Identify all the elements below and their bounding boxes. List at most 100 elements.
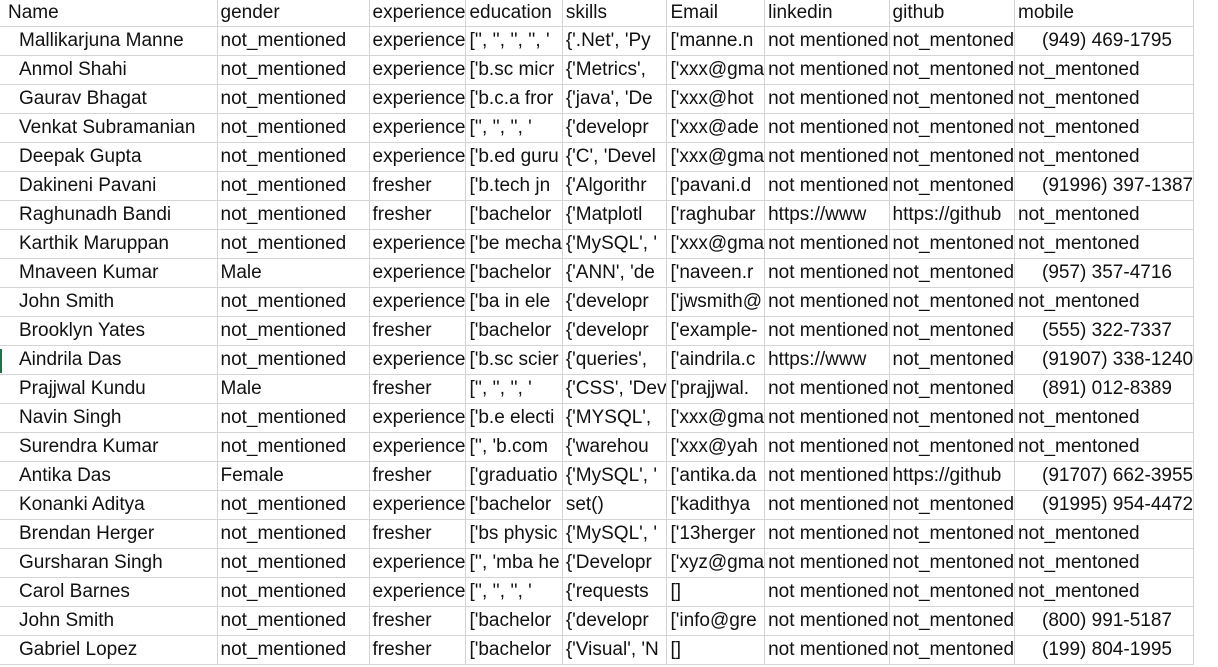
cell-linkedin[interactable]: not mentioned <box>764 316 890 346</box>
cell-skills[interactable]: {'Algorithr <box>562 171 668 201</box>
cell-skills[interactable]: {'Visual', 'N <box>562 635 668 665</box>
cell-github[interactable]: not_mentoned <box>889 577 1016 607</box>
cell-mobile[interactable]: (199) 804-1995 <box>1014 635 1195 665</box>
cell-github[interactable]: not_mentoned <box>889 84 1016 114</box>
cell-experience[interactable]: fresher <box>369 519 467 549</box>
cell-name[interactable]: Karthik Maruppan <box>0 229 218 259</box>
cell-github[interactable]: not_mentoned <box>889 519 1016 549</box>
cell-name[interactable]: John Smith <box>0 606 218 636</box>
cell-mobile[interactable]: (949) 469-1795 <box>1014 26 1195 56</box>
cell-email[interactable]: ['xxx@yah <box>666 432 766 462</box>
cell-name[interactable]: Gaurav Bhagat <box>0 84 218 114</box>
cell-education[interactable]: ['b.sc micr <box>465 55 563 85</box>
cell-email[interactable]: [] <box>666 635 766 665</box>
cell-name[interactable]: Venkat Subramanian <box>0 113 218 143</box>
cell-mobile[interactable]: not_mentoned <box>1014 84 1195 114</box>
cell-skills[interactable]: {'developr <box>562 606 668 636</box>
cell-mobile[interactable]: not_mentoned <box>1014 287 1195 317</box>
cell-skills[interactable]: {'developr <box>562 287 668 317</box>
cell-mobile[interactable]: (91907) 338-1240 <box>1014 345 1195 375</box>
cell-linkedin[interactable]: not mentioned <box>764 229 890 259</box>
cell-linkedin[interactable]: not mentioned <box>764 258 890 288</box>
cell-linkedin[interactable]: not mentioned <box>764 635 890 665</box>
cell-mobile[interactable]: (800) 991-5187 <box>1014 606 1195 636</box>
cell-experience[interactable]: fresher <box>369 316 467 346</box>
cell-experience[interactable]: experience <box>369 26 467 56</box>
cell-skills[interactable]: {'Metrics', <box>562 55 668 85</box>
cell-email[interactable]: ['manne.n <box>666 26 766 56</box>
header-cell-experience[interactable]: experience <box>369 0 467 27</box>
cell-github[interactable]: not_mentoned <box>889 229 1016 259</box>
cell-gender[interactable]: not_mentioned <box>217 490 370 520</box>
cell-gender[interactable]: not_mentioned <box>217 55 370 85</box>
cell-mobile[interactable]: (91995) 954-4472 <box>1014 490 1195 520</box>
cell-experience[interactable]: fresher <box>369 461 467 491</box>
cell-mobile[interactable]: (957) 357-4716 <box>1014 258 1195 288</box>
header-cell-education[interactable]: education <box>465 0 563 27</box>
cell-experience[interactable]: fresher <box>369 374 467 404</box>
cell-education[interactable]: ['be mecha <box>465 229 563 259</box>
cell-experience[interactable]: experience <box>369 142 467 172</box>
cell-email[interactable]: ['xxx@gma <box>666 229 766 259</box>
cell-email[interactable]: ['aindrila.c <box>666 345 766 375</box>
cell-name[interactable]: Antika Das <box>0 461 218 491</box>
cell-email[interactable]: ['naveen.r <box>666 258 766 288</box>
cell-linkedin[interactable]: not mentioned <box>764 26 890 56</box>
cell-mobile[interactable]: not_mentoned <box>1014 142 1195 172</box>
cell-skills[interactable]: {'ANN', 'de <box>562 258 668 288</box>
cell-email[interactable]: ['pavani.d <box>666 171 766 201</box>
cell-skills[interactable]: {'MySQL', ' <box>562 461 668 491</box>
cell-gender[interactable]: not_mentioned <box>217 84 370 114</box>
cell-mobile[interactable]: not_mentoned <box>1014 200 1195 230</box>
cell-github[interactable]: not_mentoned <box>889 374 1016 404</box>
cell-github[interactable]: not_mentoned <box>889 635 1016 665</box>
header-cell-linkedin[interactable]: linkedin <box>764 0 890 27</box>
cell-gender[interactable]: not_mentioned <box>217 548 370 578</box>
cell-gender[interactable]: not_mentioned <box>217 606 370 636</box>
cell-linkedin[interactable]: not mentioned <box>764 84 890 114</box>
cell-email[interactable]: ['info@gre <box>666 606 766 636</box>
cell-experience[interactable]: experience <box>369 490 467 520</box>
cell-mobile[interactable]: not_mentoned <box>1014 548 1195 578</box>
cell-skills[interactable]: {'MySQL', ' <box>562 229 668 259</box>
cell-name[interactable]: Mallikarjuna Manne <box>0 26 218 56</box>
cell-skills[interactable]: {'Developr <box>562 548 668 578</box>
cell-experience[interactable]: experience <box>369 229 467 259</box>
cell-github[interactable]: not_mentoned <box>889 113 1016 143</box>
cell-education[interactable]: ['', 'b.com <box>465 432 563 462</box>
cell-skills[interactable]: {'C', 'Devel <box>562 142 668 172</box>
cell-gender[interactable]: Male <box>217 258 370 288</box>
cell-github[interactable]: not_mentoned <box>889 606 1016 636</box>
cell-email[interactable]: ['xxx@gma <box>666 142 766 172</box>
cell-experience[interactable]: experience <box>369 287 467 317</box>
cell-skills[interactable]: {'MySQL', ' <box>562 519 668 549</box>
cell-email[interactable]: ['xxx@ade <box>666 113 766 143</box>
cell-github[interactable]: not_mentoned <box>889 26 1016 56</box>
cell-education[interactable]: ['bachelor <box>465 635 563 665</box>
cell-linkedin[interactable]: not mentioned <box>764 432 890 462</box>
cell-gender[interactable]: not_mentioned <box>217 403 370 433</box>
cell-linkedin[interactable]: not mentioned <box>764 171 890 201</box>
cell-github[interactable]: not_mentoned <box>889 258 1016 288</box>
cell-skills[interactable]: set() <box>562 490 668 520</box>
cell-linkedin[interactable]: https://www <box>764 200 890 230</box>
cell-skills[interactable]: {'java', 'De <box>562 84 668 114</box>
cell-name[interactable]: Dakineni Pavani <box>0 171 218 201</box>
cell-gender[interactable]: not_mentioned <box>217 635 370 665</box>
cell-email[interactable]: ['kadithya <box>666 490 766 520</box>
cell-name[interactable]: Brendan Herger <box>0 519 218 549</box>
cell-mobile[interactable]: not_mentoned <box>1014 113 1195 143</box>
cell-education[interactable]: ['', '', '', ' <box>465 374 563 404</box>
cell-mobile[interactable]: not_mentoned <box>1014 403 1195 433</box>
cell-education[interactable]: ['', 'mba he <box>465 548 563 578</box>
cell-education[interactable]: ['bachelor <box>465 606 563 636</box>
header-cell-skills[interactable]: skills <box>562 0 668 27</box>
cell-email[interactable]: ['xxx@hot <box>666 84 766 114</box>
cell-experience[interactable]: fresher <box>369 606 467 636</box>
cell-experience[interactable]: experience <box>369 345 467 375</box>
cell-name[interactable]: Mnaveen Kumar <box>0 258 218 288</box>
cell-github[interactable]: not_mentoned <box>889 171 1016 201</box>
cell-name[interactable]: Gursharan Singh <box>0 548 218 578</box>
cell-github[interactable]: https://github <box>889 461 1016 491</box>
cell-education[interactable]: ['bachelor <box>465 316 563 346</box>
